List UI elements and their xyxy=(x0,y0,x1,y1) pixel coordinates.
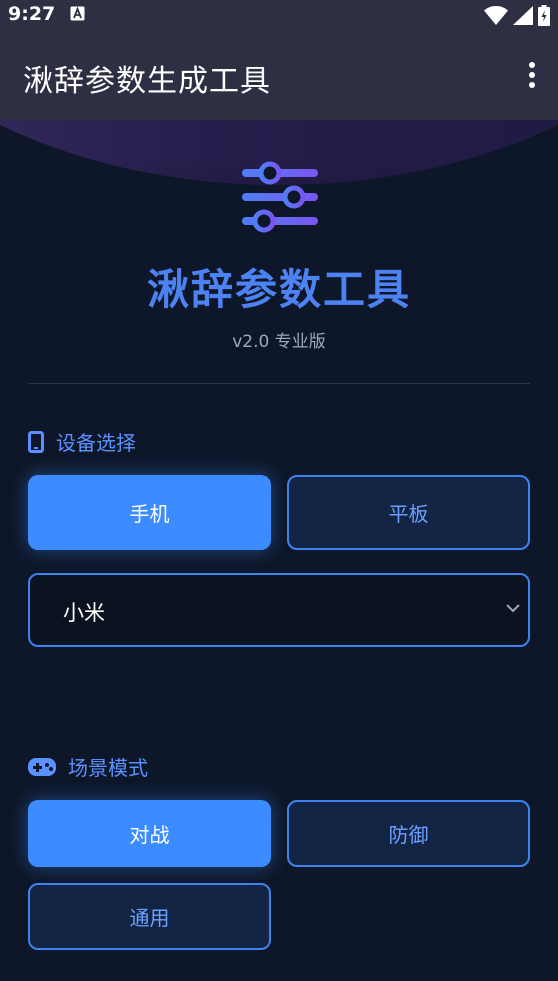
hero-title: 湫辞参数工具 xyxy=(146,265,411,314)
device-option-tablet[interactable]: 平板 xyxy=(287,475,530,550)
phone-icon xyxy=(28,430,44,453)
scene-option-battle[interactable]: 对战 xyxy=(28,800,271,867)
sliders-icon xyxy=(242,161,318,233)
battery-charging-icon xyxy=(538,5,550,26)
accessibility-a-icon xyxy=(70,6,85,21)
brand-select-value: 小米 xyxy=(63,601,105,625)
gamepad-icon xyxy=(28,757,56,776)
scene-section-title: 场景模式 xyxy=(68,756,148,780)
app-title: 湫辞参数生成工具 xyxy=(23,64,271,99)
more-vert-icon[interactable] xyxy=(518,58,546,92)
device-section-heading: 设备选择 xyxy=(28,427,136,456)
wifi-icon xyxy=(484,6,508,25)
scene-option-label: 防御 xyxy=(388,823,429,847)
device-section-title: 设备选择 xyxy=(56,431,136,455)
brand-select[interactable]: 小米 xyxy=(28,573,530,647)
device-option-phone[interactable]: 手机 xyxy=(28,475,271,550)
app-screen: 9:27 湫辞参数生成工具 湫辞参数工具 v2.0 专业版 设备选择 手机 平板… xyxy=(0,0,558,981)
scene-option-general[interactable]: 通用 xyxy=(28,883,271,950)
scene-option-label: 通用 xyxy=(129,906,170,930)
scene-option-defense[interactable]: 防御 xyxy=(287,800,530,867)
status-bar: 9:27 xyxy=(0,0,558,30)
chevron-down-icon xyxy=(506,604,520,613)
main-content[interactable]: 湫辞参数工具 v2.0 专业版 设备选择 手机 平板 小米 场景模式 对战 防御… xyxy=(0,120,558,981)
version-label: v2.0 专业版 xyxy=(232,332,326,352)
device-option-label: 平板 xyxy=(388,502,429,526)
device-option-label: 手机 xyxy=(129,502,170,526)
status-icons xyxy=(484,5,550,26)
scene-option-label: 对战 xyxy=(129,823,170,847)
signal-icon xyxy=(513,6,533,25)
status-time: 9:27 xyxy=(8,3,56,25)
divider xyxy=(28,383,530,384)
app-bar: 湫辞参数生成工具 xyxy=(0,30,558,120)
scene-section-heading: 场景模式 xyxy=(28,752,148,781)
